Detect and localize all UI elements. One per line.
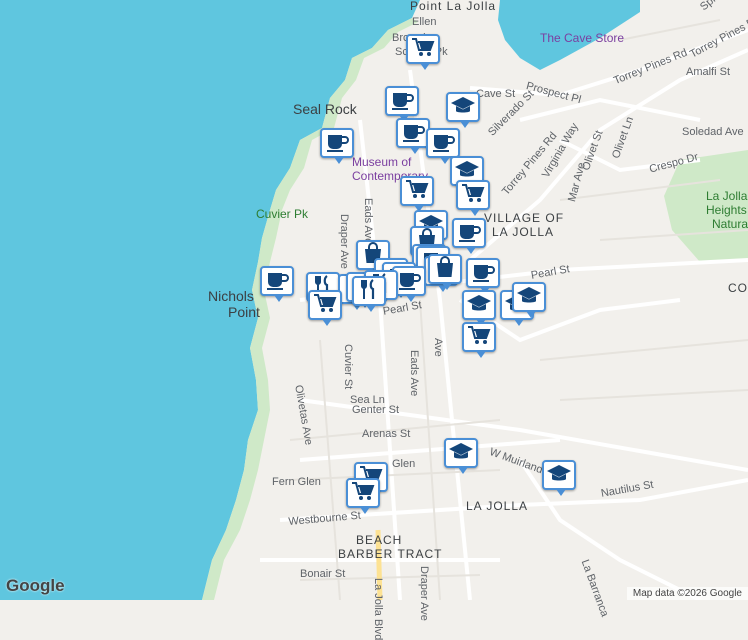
map-label: VILLAGE OF	[484, 211, 565, 225]
map-label: Fern Glen	[272, 476, 321, 488]
map-label: Point	[228, 304, 260, 320]
map-marker[interactable]	[462, 290, 496, 326]
map-label: Glen	[392, 458, 416, 470]
map-label: Natural P	[712, 217, 748, 231]
map-label: Soledad Ave	[682, 126, 744, 138]
map-marker[interactable]	[542, 460, 576, 496]
bag-icon	[432, 255, 458, 283]
map-canvas[interactable]: Point La JollaEllenBrowningScripps PkThe…	[0, 0, 748, 640]
cart-icon	[350, 480, 376, 507]
cart-icon	[410, 36, 436, 63]
coffee-icon	[396, 268, 422, 295]
map-marker[interactable]	[512, 282, 546, 318]
map-label: CO	[728, 281, 748, 295]
map-label: Draper Ave	[418, 566, 430, 621]
school-icon	[466, 292, 492, 319]
map-marker[interactable]	[346, 478, 380, 514]
map-label: Point La Jolla	[410, 0, 497, 13]
coffee-icon	[389, 88, 415, 115]
map-label: Cave St	[476, 88, 516, 100]
map-label: La Jolla	[706, 189, 748, 203]
map-marker[interactable]	[352, 276, 386, 312]
map-label: Seal Rock	[293, 101, 357, 117]
utensils-icon	[356, 278, 382, 305]
coffee-icon	[456, 220, 482, 247]
cart-icon	[404, 178, 430, 205]
map-label: Amalfi St	[686, 66, 731, 78]
google-logo[interactable]: Google	[6, 576, 65, 596]
map-label: Cuvier St	[342, 344, 354, 390]
map-marker[interactable]	[444, 438, 478, 474]
map-label: LA JOLLA	[492, 225, 555, 239]
map-label: Draper Ave	[338, 214, 350, 269]
map-marker[interactable]	[406, 34, 440, 70]
map-label: Ave	[432, 338, 444, 357]
coffee-icon	[264, 268, 290, 295]
map-label: Eads Ave	[362, 198, 374, 245]
map-label: Heights	[706, 203, 747, 217]
map-label: Bonair St	[300, 568, 346, 580]
map-marker[interactable]	[400, 176, 434, 212]
map-marker[interactable]	[428, 254, 462, 290]
map-marker[interactable]	[385, 86, 419, 122]
school-icon	[450, 94, 476, 121]
map-label: Museum of	[352, 155, 412, 169]
cart-icon	[460, 182, 486, 209]
map-label: BEACH	[356, 533, 403, 547]
map-label: The Cave Store	[540, 31, 625, 45]
map-marker[interactable]	[308, 290, 342, 326]
map-label: La Jolla Blvd	[372, 578, 384, 640]
map-label: Eads Ave	[408, 350, 420, 397]
map-marker[interactable]	[466, 258, 500, 294]
map-marker[interactable]	[260, 266, 294, 302]
map-label: Genter St	[352, 404, 400, 416]
map-attribution[interactable]: Map data ©2026 Google	[626, 587, 748, 600]
map-marker[interactable]	[462, 322, 496, 358]
school-icon	[546, 462, 572, 489]
map-marker[interactable]	[426, 128, 460, 164]
coffee-icon	[430, 130, 456, 157]
school-icon	[516, 284, 542, 311]
map-marker[interactable]	[320, 128, 354, 164]
map-marker[interactable]	[396, 118, 430, 154]
map-label: BARBER TRACT	[338, 547, 443, 561]
school-icon	[448, 440, 474, 467]
map-marker[interactable]	[452, 218, 486, 254]
map-label: Nichols	[208, 288, 254, 304]
cart-icon	[312, 292, 338, 319]
map-label: Arenas St	[362, 428, 411, 440]
map-marker[interactable]	[446, 92, 480, 128]
cart-icon	[466, 324, 492, 351]
coffee-icon	[470, 260, 496, 287]
map-marker[interactable]	[456, 180, 490, 216]
coffee-icon	[324, 130, 350, 157]
map-label: Cuvier Pk	[256, 207, 309, 221]
map-label: Ellen	[412, 16, 437, 28]
map-label: LA JOLLA	[466, 499, 529, 513]
coffee-icon	[400, 120, 426, 147]
